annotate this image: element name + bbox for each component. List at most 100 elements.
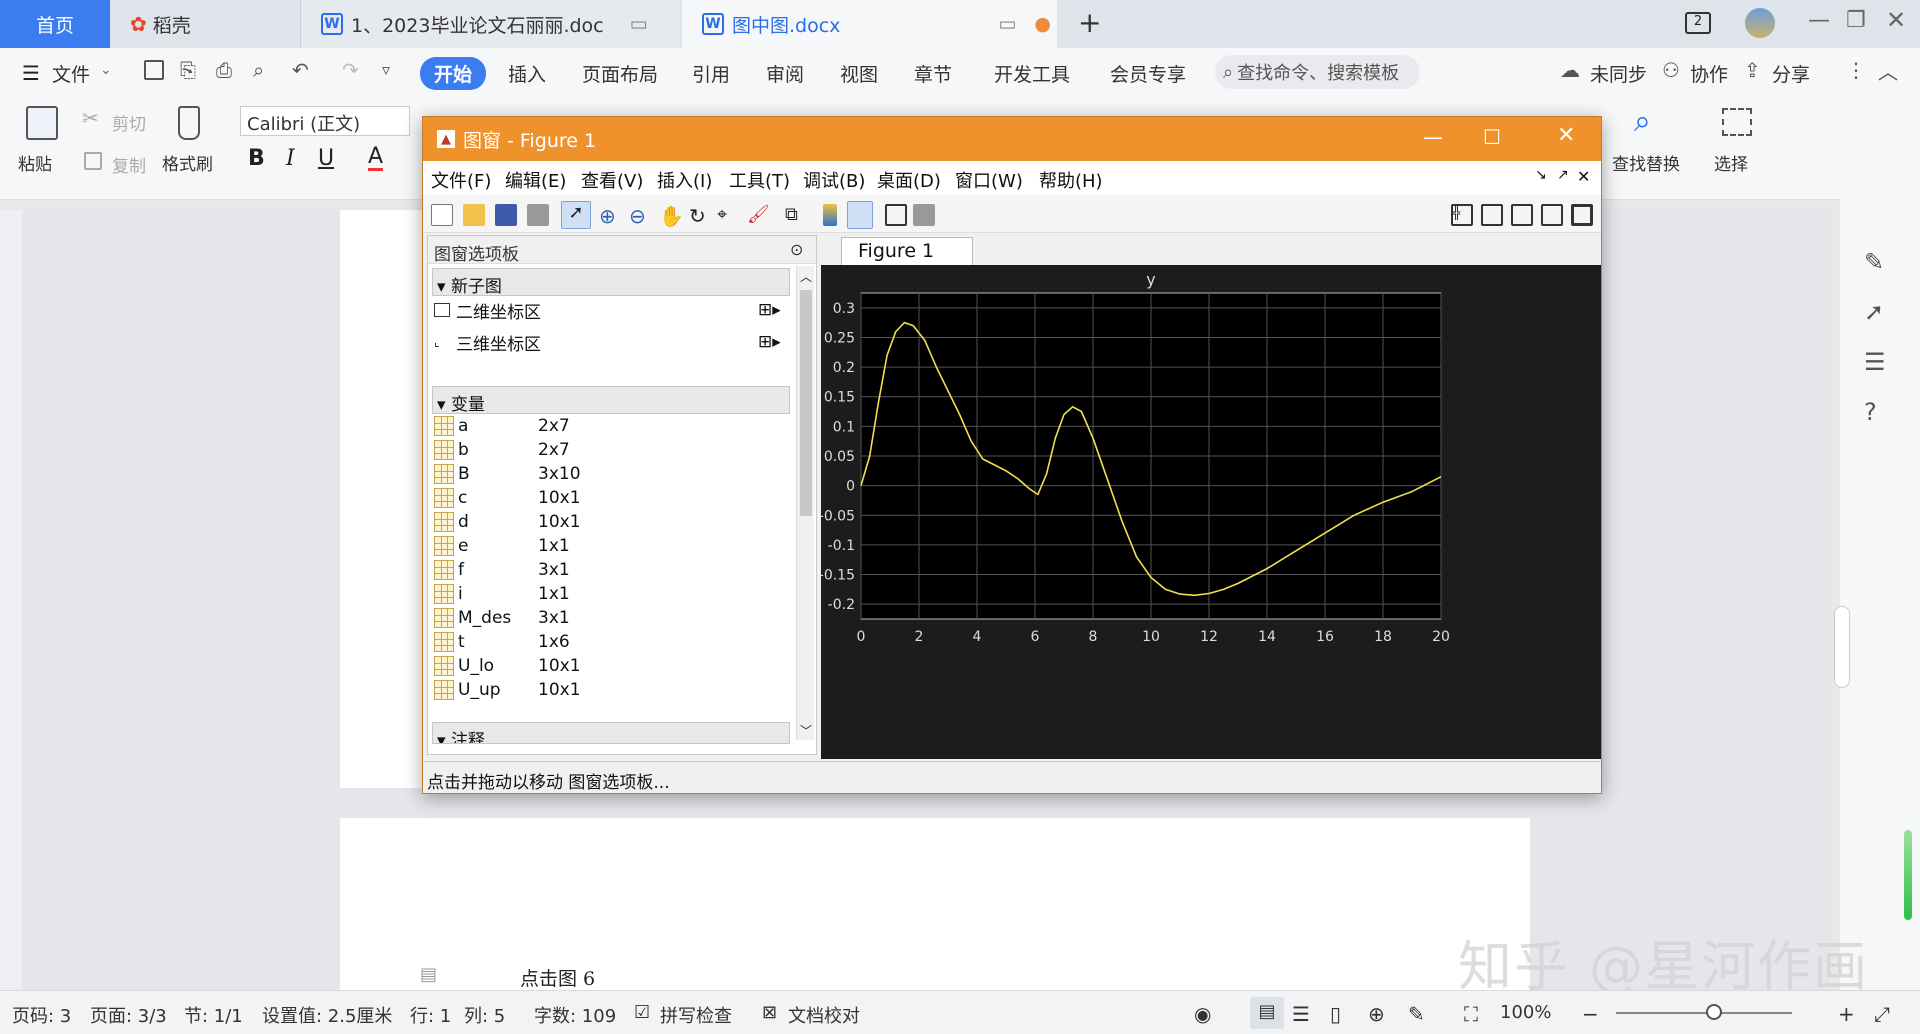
tab-doc1[interactable]: W 1、2023毕业论文石丽丽.doc ▭ xyxy=(300,0,680,48)
menu-view[interactable]: 视图 xyxy=(840,60,878,87)
zoom-slider[interactable] xyxy=(1616,1012,1792,1014)
paste-button[interactable]: 粘贴 xyxy=(18,150,52,175)
new-tab-button[interactable]: + xyxy=(1078,6,1101,39)
pan-icon[interactable]: ✋ xyxy=(659,204,684,228)
new-figure-icon[interactable] xyxy=(431,204,453,226)
cut-button[interactable]: 剪切 xyxy=(112,110,146,135)
variable-row[interactable]: e 1x1 xyxy=(434,534,570,558)
status-word-count[interactable]: 字数: 109 xyxy=(534,1002,616,1028)
copy-icon[interactable] xyxy=(84,152,102,170)
paste-icon[interactable] xyxy=(26,106,58,140)
fig-menu-insert[interactable]: 插入(I) xyxy=(657,167,712,193)
save-icon[interactable] xyxy=(144,60,164,80)
fig-menu-tools[interactable]: 工具(T) xyxy=(729,167,790,193)
print-preview-icon[interactable]: ⌕ xyxy=(253,58,264,82)
variable-row[interactable]: d 10x1 xyxy=(434,510,581,534)
pointer-icon[interactable]: ➚ xyxy=(561,201,591,229)
tab-home[interactable]: 首页 xyxy=(0,0,110,48)
status-page-code[interactable]: 页码: 3 xyxy=(12,1002,71,1028)
hamburger-icon[interactable]: ☰ xyxy=(22,61,40,85)
figure-window[interactable]: ▲ 图窗 - Figure 1 — ☐ ✕ 文件(F) 编辑(E) 查看(V) … xyxy=(422,116,1602,794)
menu-insert[interactable]: 插入 xyxy=(508,60,546,87)
fig-menu-window[interactable]: 窗口(W) xyxy=(955,167,1023,193)
zoom-value[interactable]: 100% xyxy=(1500,1002,1551,1023)
axes-3d-item[interactable]: ⌞ 三维坐标区 ⊞▸ xyxy=(434,330,781,355)
fig-menu-view[interactable]: 查看(V) xyxy=(581,167,643,193)
edit-pen-icon[interactable]: ✎ xyxy=(1864,248,1884,276)
section-variables[interactable]: ▾ 变量 xyxy=(432,386,790,415)
fig-menu-debug[interactable]: 调试(B) xyxy=(803,167,865,193)
save-icon[interactable] xyxy=(495,204,517,226)
collapse-ribbon-icon[interactable]: ︿ xyxy=(1878,56,1898,85)
cloud-icon[interactable]: ☁ xyxy=(1560,58,1580,82)
share-button[interactable]: 分享 xyxy=(1772,60,1810,87)
section-new-subplot[interactable]: ▾ 新子图 xyxy=(432,268,790,297)
variable-row[interactable]: M_des 3x1 xyxy=(434,606,570,630)
data-tips-icon[interactable]: ⌖ xyxy=(717,204,739,226)
variable-row[interactable]: b 2x7 xyxy=(434,438,570,462)
doc-proof-button[interactable]: 文档校对 xyxy=(788,1002,860,1028)
colorbar-icon[interactable] xyxy=(823,204,837,226)
menu-review[interactable]: 审阅 xyxy=(766,60,804,87)
fig-menu-help[interactable]: 帮助(H) xyxy=(1039,167,1103,193)
collab-button[interactable]: 协作 xyxy=(1690,60,1728,87)
spell-check-button[interactable]: 拼写检查 xyxy=(660,1002,732,1028)
zoom-out-icon[interactable]: − xyxy=(1582,1002,1599,1026)
font-color-icon[interactable]: A xyxy=(368,146,384,171)
italic-icon[interactable]: I xyxy=(286,146,295,171)
doc-icon[interactable]: ▤ xyxy=(420,964,437,985)
find-replace-button[interactable]: 查找替换 xyxy=(1612,150,1680,175)
variable-row[interactable]: a 2x7 xyxy=(434,414,570,438)
minimize-icon[interactable]: — xyxy=(1423,125,1443,149)
figure-tab[interactable]: Figure 1 ✕ xyxy=(841,237,973,284)
minimize-icon[interactable]: — xyxy=(1808,8,1830,33)
hide-plot-tools-icon[interactable] xyxy=(885,204,907,226)
select-icon[interactable] xyxy=(1722,108,1752,136)
scroll-up-icon[interactable]: ︿ xyxy=(800,268,812,285)
share-icon[interactable]: ⇪ xyxy=(1744,58,1761,82)
zoom-out-icon[interactable]: ⊖ xyxy=(629,204,651,228)
web-view-icon[interactable]: ⊕ xyxy=(1368,1002,1385,1026)
search-icon[interactable]: ⌕ xyxy=(1634,104,1651,139)
axes-2d-item[interactable]: 二维坐标区 ⊞▸ xyxy=(434,298,781,323)
line-chart[interactable]: 0 2 4 6 8 10 12 14 16 18 20 -0.2 -0.15 -0.1 -0.05 0 0.05… xyxy=(819,265,1601,759)
tab-doc2[interactable]: W 图中图.docx ▭ ● xyxy=(682,0,1057,48)
left-right-icon[interactable] xyxy=(1481,204,1503,226)
undock-icon[interactable]: ↘ xyxy=(1535,167,1547,183)
maximize-icon[interactable]: ☐ xyxy=(1483,125,1501,149)
redo-icon[interactable]: ↷ xyxy=(342,58,359,82)
eye-icon[interactable]: ◉ xyxy=(1194,1002,1211,1026)
status-page[interactable]: 页面: 3/3 xyxy=(90,1002,167,1028)
zoom-slider-handle[interactable] xyxy=(1706,1004,1722,1020)
zoom-in-icon[interactable]: + xyxy=(1838,1002,1855,1026)
link-plot-icon[interactable]: ⧉ xyxy=(785,204,807,226)
outline-view-icon[interactable]: ☰ xyxy=(1292,1002,1310,1026)
help-icon[interactable]: ? xyxy=(1864,398,1877,426)
variable-row[interactable]: i 1x1 xyxy=(434,582,570,606)
variable-row[interactable]: U_up 10x1 xyxy=(434,678,581,702)
palette-header[interactable]: 图窗选项板 ⊙ xyxy=(428,236,816,265)
unsynced-label[interactable]: 未同步 xyxy=(1590,60,1647,87)
plot-area[interactable]: 0 2 4 6 8 10 12 14 16 18 20 -0.2 -0.15 -0.1 -0.05 0 0.05… xyxy=(819,265,1601,759)
menu-references[interactable]: 引用 xyxy=(692,60,730,87)
grid-add-icon[interactable]: ⊞▸ xyxy=(758,332,781,352)
float-icon[interactable] xyxy=(1541,204,1563,226)
variable-row[interactable]: B 3x10 xyxy=(434,462,581,486)
copy-button[interactable]: 复制 xyxy=(112,152,146,177)
read-mode-icon[interactable]: ▯ xyxy=(1330,1002,1341,1026)
vertical-scrollbar[interactable] xyxy=(1834,606,1850,688)
tab-daoke[interactable]: ✿ 稻壳 xyxy=(110,0,300,48)
customize-icon[interactable]: ▿ xyxy=(382,60,390,79)
scissors-icon[interactable]: ✂ xyxy=(82,106,99,130)
select-button[interactable]: 选择 xyxy=(1714,150,1748,175)
tile-icon[interactable]: ╬ xyxy=(1451,204,1473,226)
zoom-in-icon[interactable]: ⊕ xyxy=(599,204,621,228)
close-icon[interactable]: ✕ xyxy=(1886,6,1906,34)
figure-palette[interactable]: 图窗选项板 ⊙ ▾ 新子图 二维坐标区 ⊞▸ ⌞ 三维坐标区 ⊞▸ ▾ 变量 ▾… xyxy=(427,235,817,755)
open-icon[interactable] xyxy=(463,204,485,226)
scroll-down-icon[interactable]: ﹀ xyxy=(800,722,812,739)
fig-menu-edit[interactable]: 编辑(E) xyxy=(505,167,566,193)
user-icon[interactable]: ⚇ xyxy=(1662,58,1680,82)
grid-add-icon[interactable]: ⊞▸ xyxy=(758,300,781,320)
format-painter-icon[interactable] xyxy=(178,106,200,140)
